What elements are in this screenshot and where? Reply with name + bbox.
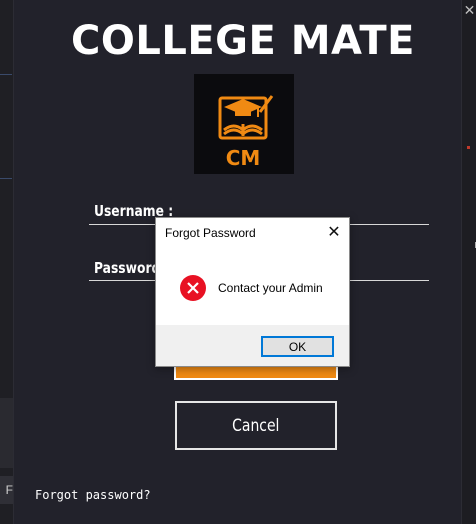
status-dot xyxy=(467,146,470,149)
logo-text: CM xyxy=(226,146,261,170)
background-window-left: F xyxy=(0,0,14,524)
password-label: Password xyxy=(94,259,161,277)
dialog-body: Contact your Admin xyxy=(156,248,349,325)
close-icon[interactable]: ✕ xyxy=(462,2,476,19)
ok-button-label: OK xyxy=(288,339,307,354)
close-icon[interactable]: ✕ xyxy=(319,218,349,246)
cancel-button[interactable]: Cancel xyxy=(175,401,337,450)
graduation-book-icon: CM xyxy=(218,95,274,170)
dialog-title: Forgot Password xyxy=(165,226,256,240)
ok-button[interactable]: OK xyxy=(261,336,334,357)
background-window-right: ✕ xyxy=(461,0,476,524)
cancel-button-label: Cancel xyxy=(232,415,280,436)
background-panel-label: F xyxy=(0,476,13,504)
dialog-titlebar[interactable]: Forgot Password ✕ xyxy=(156,218,349,248)
background-panel xyxy=(0,398,13,468)
divider xyxy=(0,74,12,75)
dialog-footer: OK xyxy=(156,325,349,366)
forgot-password-link[interactable]: Forgot password? xyxy=(35,488,151,502)
dialog-message: Contact your Admin xyxy=(218,281,323,295)
error-icon xyxy=(180,275,206,301)
divider xyxy=(0,178,12,179)
app-title: COLLEGE MATE xyxy=(70,18,415,64)
forgot-password-dialog: Forgot Password ✕ Contact your Admin OK xyxy=(155,217,350,367)
college-mate-logo: CM xyxy=(194,74,294,174)
